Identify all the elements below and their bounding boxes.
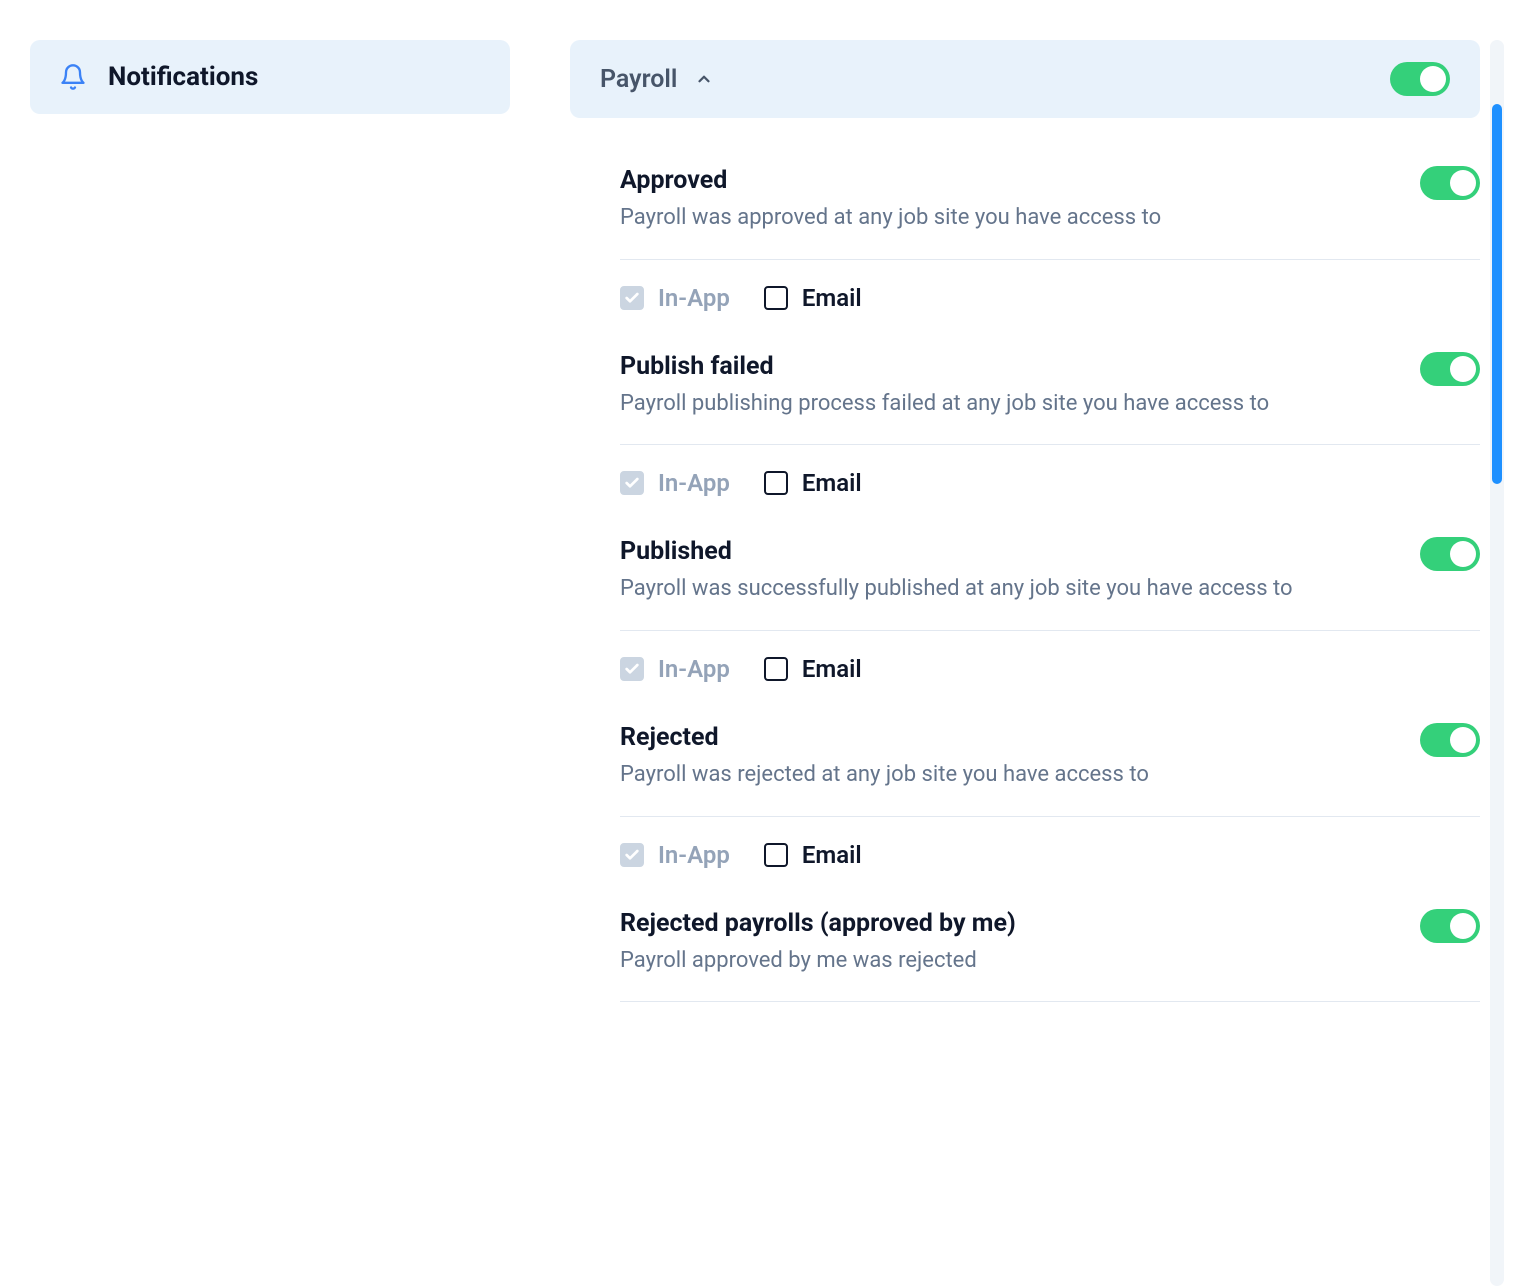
channel-inapp: In-App [620, 841, 730, 869]
bell-icon [58, 62, 88, 92]
notification-channels: In-App Email [620, 260, 1480, 322]
notification-item-title: Approved [620, 166, 1390, 195]
main-panel: Payroll Approved Payroll was approved at … [570, 40, 1504, 1286]
checkbox-email[interactable] [764, 471, 788, 495]
channel-inapp-label: In-App [658, 284, 730, 312]
checkbox-inapp [620, 471, 644, 495]
scrollbar-track[interactable] [1490, 40, 1504, 1286]
notification-item-title: Publish failed [620, 352, 1390, 381]
notification-item-texts: Rejected Payroll was rejected at any job … [620, 723, 1390, 790]
sidebar-item-notifications[interactable]: Notifications [30, 40, 510, 114]
notification-item-toggle[interactable] [1420, 723, 1480, 757]
notification-item-head: Rejected Payroll was rejected at any job … [620, 723, 1480, 816]
channel-email: Email [764, 469, 862, 497]
section-enable-toggle[interactable] [1390, 62, 1450, 96]
notification-item: Rejected payrolls (approved by me) Payrol… [620, 879, 1480, 1003]
notification-item-title: Published [620, 537, 1390, 566]
channel-email-label: Email [802, 469, 862, 497]
notification-item-toggle[interactable] [1420, 352, 1480, 386]
channel-email-label: Email [802, 284, 862, 312]
notification-item: Rejected Payroll was rejected at any job … [620, 693, 1480, 879]
notification-item: Approved Payroll was approved at any job … [620, 136, 1480, 322]
chevron-up-icon [695, 70, 713, 88]
notification-item-title: Rejected payrolls (approved by me) [620, 909, 1390, 938]
notification-item-description: Payroll was rejected at any job site you… [620, 760, 1390, 790]
channel-inapp-label: In-App [658, 469, 730, 497]
channel-email: Email [764, 841, 862, 869]
notification-item: Publish failed Payroll publishing process… [620, 322, 1480, 508]
notification-item-texts: Rejected payrolls (approved by me) Payrol… [620, 909, 1390, 976]
notification-item-description: Payroll publishing process failed at any… [620, 389, 1390, 419]
channel-email-label: Email [802, 655, 862, 683]
section-toggle-expand[interactable]: Payroll [600, 65, 713, 94]
channel-inapp-label: In-App [658, 841, 730, 869]
channel-email-label: Email [802, 841, 862, 869]
checkbox-email[interactable] [764, 286, 788, 310]
channel-inapp: In-App [620, 469, 730, 497]
section-header-payroll: Payroll [570, 40, 1480, 118]
notification-item-description: Payroll was successfully published at an… [620, 574, 1390, 604]
notification-item-title: Rejected [620, 723, 1390, 752]
notification-item-toggle[interactable] [1420, 537, 1480, 571]
notification-item-head: Published Payroll was successfully publis… [620, 537, 1480, 630]
divider [620, 1001, 1480, 1002]
scrollbar-thumb[interactable] [1492, 104, 1502, 484]
notification-item-toggle[interactable] [1420, 166, 1480, 200]
section-title: Payroll [600, 65, 677, 94]
notification-item-texts: Published Payroll was successfully publis… [620, 537, 1390, 604]
channel-email: Email [764, 655, 862, 683]
notification-channels: In-App Email [620, 631, 1480, 693]
checkbox-inapp [620, 286, 644, 310]
sidebar: Notifications [30, 40, 510, 1286]
notification-item-head: Approved Payroll was approved at any job … [620, 166, 1480, 259]
notification-item-description: Payroll was approved at any job site you… [620, 203, 1390, 233]
checkbox-inapp [620, 657, 644, 681]
notification-item-head: Rejected payrolls (approved by me) Payrol… [620, 909, 1480, 1002]
channel-email: Email [764, 284, 862, 312]
channel-inapp-label: In-App [658, 655, 730, 683]
notification-channels: In-App Email [620, 817, 1480, 879]
notification-item-toggle[interactable] [1420, 909, 1480, 943]
notification-item-description: Payroll approved by me was rejected [620, 946, 1390, 976]
notification-item-texts: Approved Payroll was approved at any job … [620, 166, 1390, 233]
checkbox-email[interactable] [764, 843, 788, 867]
sidebar-item-label: Notifications [108, 62, 258, 92]
checkbox-inapp [620, 843, 644, 867]
checkbox-email[interactable] [764, 657, 788, 681]
notification-channels: In-App Email [620, 445, 1480, 507]
notification-item: Published Payroll was successfully publis… [620, 507, 1480, 693]
channel-inapp: In-App [620, 655, 730, 683]
notification-item-head: Publish failed Payroll publishing process… [620, 352, 1480, 445]
notification-item-texts: Publish failed Payroll publishing process… [620, 352, 1390, 419]
channel-inapp: In-App [620, 284, 730, 312]
